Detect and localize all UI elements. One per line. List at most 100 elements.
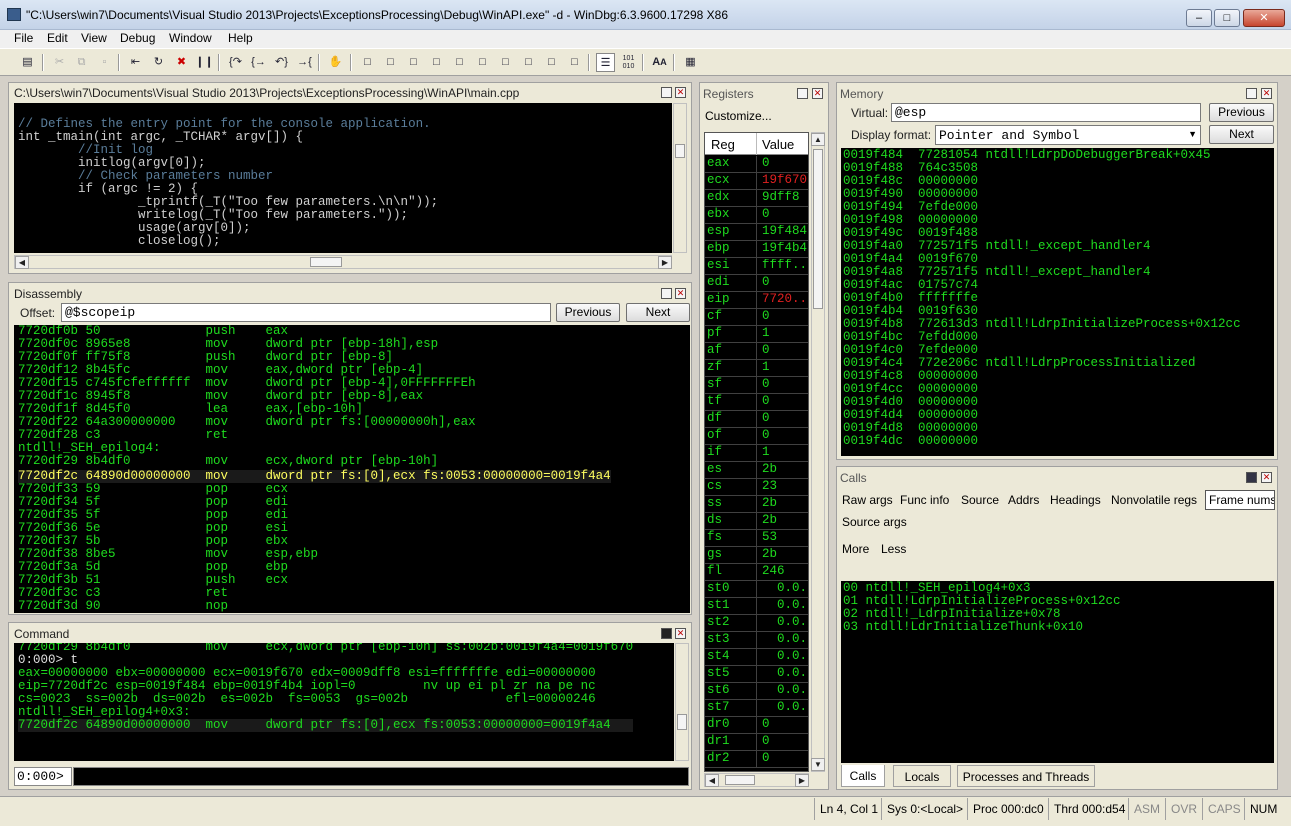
register-value[interactable]: ffff... (762, 259, 808, 272)
scroll-right-icon[interactable]: ▶ (658, 256, 672, 269)
register-value[interactable]: 0.0... (762, 582, 808, 595)
close-icon[interactable]: ✕ (812, 88, 823, 99)
register-value[interactable]: 0 (762, 412, 808, 425)
scroll-thumb[interactable] (813, 149, 823, 309)
menu-window[interactable]: Window (169, 31, 212, 45)
scroll-left-icon[interactable]: ◀ (15, 256, 29, 269)
column-reg[interactable]: Reg (711, 137, 735, 152)
register-row[interactable]: st6 0.0... (705, 683, 808, 700)
chevron-down-icon[interactable]: ▼ (1188, 129, 1197, 139)
menu-file[interactable]: File (14, 31, 33, 45)
source-vscroll[interactable] (673, 103, 687, 253)
break-icon[interactable]: ❙❙ (195, 53, 214, 72)
register-row[interactable]: ebx 0 (705, 207, 808, 224)
register-row[interactable]: ebp 19f4b4 (705, 241, 808, 258)
paste-icon[interactable]: ▫ (95, 53, 114, 72)
memory-window-icon[interactable]: □ (450, 53, 469, 72)
register-value[interactable]: 0 (762, 752, 808, 765)
title-bar[interactable]: "C:\Users\win7\Documents\Visual Studio 2… (0, 0, 1291, 30)
memory-view[interactable]: 0019f484 77281054 ntdll!LdrpDoDebuggerBr… (841, 148, 1274, 456)
close-icon[interactable]: ✕ (1261, 472, 1272, 483)
menu-debug[interactable]: Debug (120, 31, 155, 45)
register-row[interactable]: esi ffff... (705, 258, 808, 275)
register-row[interactable]: st1 0.0... (705, 598, 808, 615)
register-value[interactable]: 0.0... (762, 599, 808, 612)
func-info-option[interactable]: Func info (900, 493, 949, 507)
register-row[interactable]: ss 2b (705, 496, 808, 513)
menu-help[interactable]: Help (228, 31, 253, 45)
font-icon[interactable]: AA (650, 53, 669, 72)
register-value[interactable]: 0 (762, 157, 808, 170)
register-row[interactable]: fl 246 (705, 564, 808, 581)
scroll-thumb[interactable] (725, 775, 755, 785)
command-window-icon[interactable]: □ (358, 53, 377, 72)
frame-nums-option[interactable]: Frame nums (1205, 490, 1275, 510)
register-row[interactable]: tf 0 (705, 394, 808, 411)
register-value[interactable]: 53 (762, 531, 808, 544)
register-row[interactable]: es 2b (705, 462, 808, 479)
register-row[interactable]: eip 7720... (705, 292, 808, 309)
call-stack-window-icon[interactable]: □ (473, 53, 492, 72)
close-icon[interactable]: ✕ (675, 628, 686, 639)
register-row[interactable]: edi 0 (705, 275, 808, 292)
register-row[interactable]: ds 2b (705, 513, 808, 530)
register-row[interactable]: dr1 0 (705, 734, 808, 751)
register-row[interactable]: st7 0.0... (705, 700, 808, 717)
register-value[interactable]: 0.0... (762, 701, 808, 714)
dock-icon[interactable] (1246, 472, 1257, 483)
previous-button[interactable]: Previous (1209, 103, 1274, 122)
scroll-right-icon[interactable]: ▶ (795, 774, 809, 787)
register-row[interactable]: st4 0.0... (705, 649, 808, 666)
close-icon[interactable]: ✕ (675, 87, 686, 98)
register-value[interactable]: 19f484 (762, 225, 808, 238)
register-row[interactable]: st5 0.0... (705, 666, 808, 683)
output-window-icon[interactable]: □ (565, 53, 584, 72)
offset-input[interactable]: @$scopeip (61, 303, 551, 322)
step-over-icon[interactable]: {→ (249, 53, 268, 72)
less-button[interactable]: Less (881, 542, 906, 556)
register-value[interactable]: 0 (762, 395, 808, 408)
nonvolatile-regs-option[interactable]: Nonvolatile regs (1111, 493, 1197, 507)
register-value[interactable]: 7720... (762, 293, 808, 306)
menu-view[interactable]: View (81, 31, 107, 45)
more-button[interactable]: More (842, 542, 869, 556)
command-output[interactable]: 7720df29 8b4df0 mov ecx,dword ptr [ebp-1… (14, 643, 674, 761)
raw-args-option[interactable]: Raw args (842, 493, 893, 507)
source-mode-icon[interactable]: ☰ (596, 53, 615, 72)
hand-icon[interactable]: ✋ (326, 53, 345, 72)
register-value[interactable]: 9dff8 (762, 191, 808, 204)
command-vscroll[interactable] (675, 643, 689, 761)
addrs-option[interactable]: Addrs (1008, 493, 1039, 507)
register-row[interactable]: of 0 (705, 428, 808, 445)
close-button[interactable]: ✕ (1243, 9, 1285, 27)
register-row[interactable]: cs 23 (705, 479, 808, 496)
register-value[interactable]: 0.0... (762, 667, 808, 680)
register-row[interactable]: dr2 0 (705, 751, 808, 768)
register-row[interactable]: esp 19f484 (705, 224, 808, 241)
disassembly-window-icon[interactable]: □ (496, 53, 515, 72)
register-row[interactable]: eax 0 (705, 156, 808, 173)
register-row[interactable]: gs 2b (705, 547, 808, 564)
register-row[interactable]: cf 0 (705, 309, 808, 326)
close-icon[interactable]: ✕ (675, 288, 686, 299)
source-option[interactable]: Source (961, 493, 999, 507)
previous-button[interactable]: Previous (556, 303, 620, 322)
register-value[interactable]: 246 (762, 565, 808, 578)
dock-icon[interactable] (661, 628, 672, 639)
customize-button[interactable]: Customize... (705, 109, 772, 123)
register-row[interactable]: zf 1 (705, 360, 808, 377)
register-row[interactable]: pf 1 (705, 326, 808, 343)
register-value[interactable]: 0 (762, 276, 808, 289)
register-value[interactable]: 23 (762, 480, 808, 493)
scratch-pad-icon[interactable]: □ (519, 53, 538, 72)
options-icon[interactable]: ▦ (681, 53, 700, 72)
stop-debugging-icon[interactable]: ✖ (172, 53, 191, 72)
register-value[interactable]: 0 (762, 310, 808, 323)
register-value[interactable]: 0 (762, 378, 808, 391)
copy-icon[interactable]: ⧉ (72, 53, 91, 72)
maximize-button[interactable]: □ (1214, 9, 1240, 27)
registers-hscroll[interactable]: ◀ ▶ (704, 773, 809, 787)
watch-window-icon[interactable]: □ (381, 53, 400, 72)
step-out-icon[interactable]: ↶} (272, 53, 291, 72)
register-value[interactable]: 19f670 (762, 174, 808, 187)
